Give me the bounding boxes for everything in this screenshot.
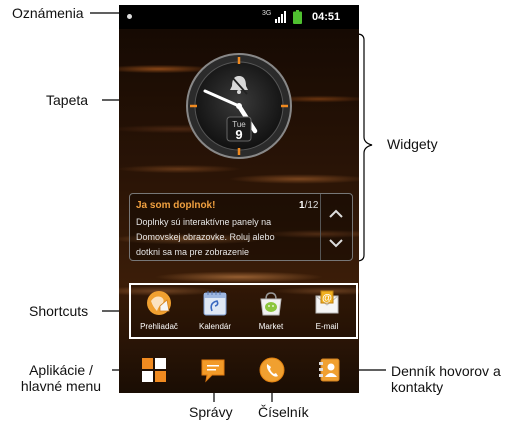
signal-icon bbox=[275, 11, 286, 23]
callout-widgets: Widgety bbox=[387, 136, 438, 152]
chevron-up-icon[interactable] bbox=[328, 209, 344, 219]
callout-calllog-line1: Denník hovorov a bbox=[391, 363, 501, 379]
clock-widget[interactable]: Tue 9 bbox=[185, 52, 293, 160]
shortcut-label: E-mail bbox=[315, 322, 339, 331]
notice-page-total: /12 bbox=[304, 200, 319, 211]
shortcut-label: Kalendár bbox=[198, 322, 232, 331]
notice-separator bbox=[320, 194, 321, 260]
shortcut-market[interactable]: Market bbox=[243, 287, 299, 335]
shortcut-browser[interactable]: Prehliadač bbox=[131, 287, 187, 335]
clock-day: 9 bbox=[235, 127, 242, 142]
email-icon: @ bbox=[315, 290, 339, 314]
chevron-down-icon[interactable] bbox=[328, 238, 344, 248]
callout-apps-line2: hlavné menu bbox=[20, 378, 102, 394]
callout-notifications: Oznámenia bbox=[12, 5, 84, 21]
market-icon bbox=[260, 292, 282, 316]
widgets-bracket bbox=[356, 33, 373, 262]
shortcut-label: Prehliadač bbox=[140, 322, 178, 331]
callout-messages: Správy bbox=[189, 404, 233, 420]
notice-widget[interactable]: Ja som doplnok! 1/12 Doplnky sú interakt… bbox=[129, 193, 353, 261]
contacts-icon[interactable] bbox=[317, 357, 343, 383]
shortcuts-bar: Prehliadač Kalendár Market @ E-mail bbox=[129, 283, 358, 339]
callout-apps-line1: Aplikácie / bbox=[29, 362, 93, 378]
callout-calllog: Denník hovorov a kontakty bbox=[391, 363, 501, 395]
callout-shortcuts: Shortcuts bbox=[29, 303, 89, 319]
apps-grid-icon[interactable] bbox=[141, 357, 167, 383]
phone-screen: 3G 04:51 Tue 9 Ja som doplnok! 1/12 Dopl… bbox=[119, 5, 359, 393]
callout-dialer: Číselník bbox=[258, 404, 309, 420]
status-bar[interactable]: 3G 04:51 bbox=[119, 5, 359, 29]
notice-title: Ja som doplnok! bbox=[136, 200, 216, 211]
network-3g-icon: 3G bbox=[262, 10, 272, 17]
notice-body-line: dotkni sa ma pre zobrazenie bbox=[136, 247, 250, 257]
shortcut-email[interactable]: @ E-mail bbox=[299, 287, 355, 335]
shortcut-calendar[interactable]: Kalendár bbox=[187, 287, 243, 335]
svg-text:@: @ bbox=[322, 293, 332, 304]
notice-pager: 1/12 bbox=[299, 200, 318, 211]
annotated-screenshot: Oznámenia Tapeta Widgety Shortcuts Aplik… bbox=[0, 0, 516, 423]
notice-body-line: Domovskej obrazovke. Roluj alebo bbox=[136, 232, 275, 242]
messages-icon[interactable] bbox=[200, 357, 226, 383]
notification-dot-icon bbox=[127, 14, 132, 19]
phone-icon[interactable] bbox=[259, 357, 285, 383]
browser-icon bbox=[147, 291, 171, 315]
battery-icon bbox=[293, 10, 302, 24]
notice-body-line: Doplnky sú interaktívne panely na bbox=[136, 217, 272, 227]
callout-apps: Aplikácie / hlavné menu bbox=[11, 362, 111, 394]
notice-body: Doplnky sú interaktívne panely na Domovs… bbox=[136, 215, 316, 260]
status-time: 04:51 bbox=[312, 11, 341, 23]
callout-wallpaper: Tapeta bbox=[46, 92, 89, 108]
shortcut-label: Market bbox=[258, 322, 284, 331]
callout-calllog-line2: kontakty bbox=[391, 379, 444, 395]
calendar-icon bbox=[203, 291, 227, 316]
